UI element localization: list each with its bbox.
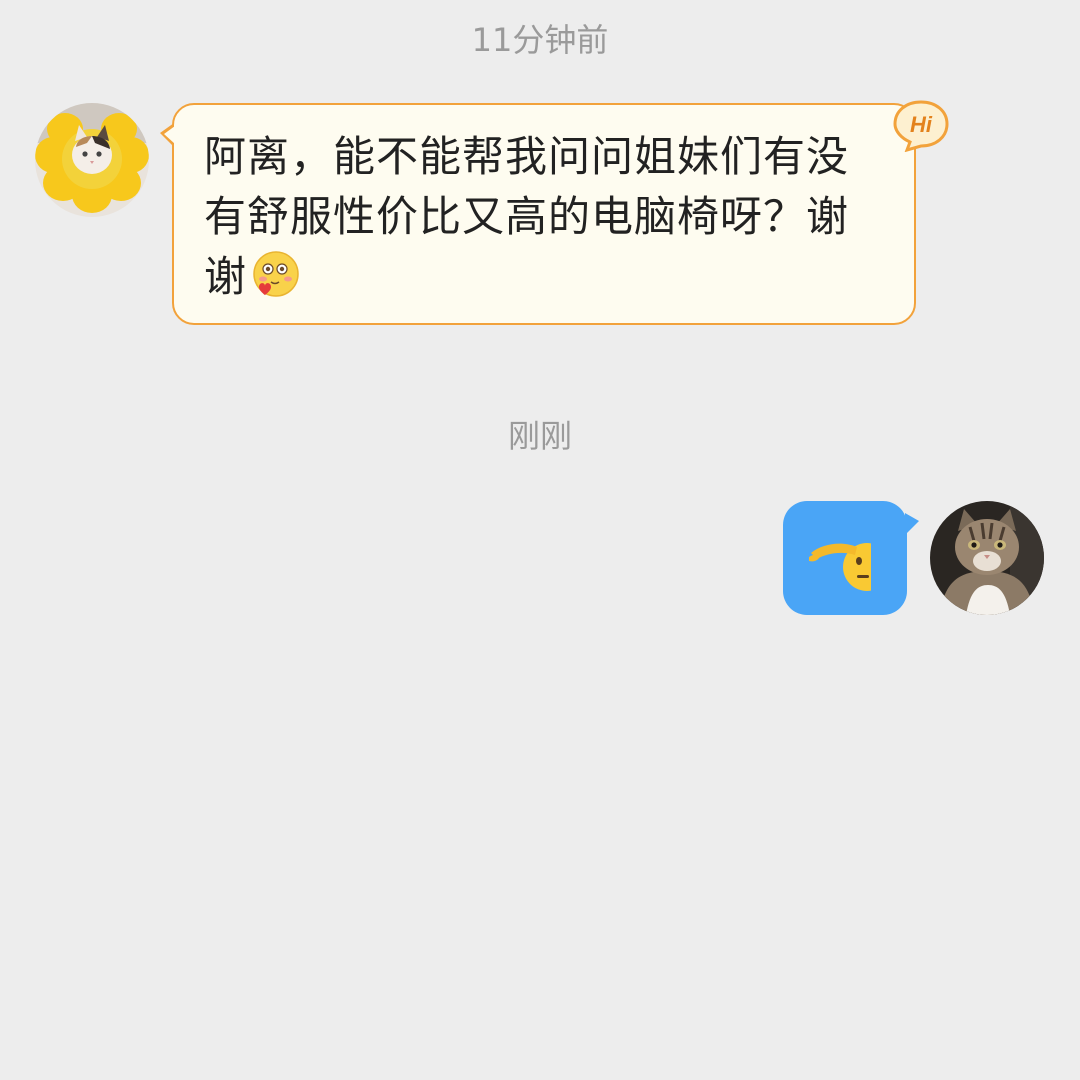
cat-flower-avatar-icon	[35, 103, 149, 217]
bubble-tail	[905, 513, 919, 535]
salute-emoji-icon	[809, 543, 871, 591]
timestamp-11min: 11分钟前	[471, 21, 609, 59]
tabby-cat-avatar-icon	[930, 501, 1044, 615]
timestamp-just-now: 刚刚	[507, 417, 572, 455]
hi-greeting-badge[interactable]: Hi	[893, 100, 949, 153]
hi-bubble-icon: Hi	[893, 100, 949, 153]
incoming-message-bubble[interactable]: 阿离，能不能帮我问问姐妹们有没有舒服性价比又高的电脑椅呀？谢谢	[160, 103, 916, 325]
outgoing-message-bubble[interactable]	[783, 501, 919, 615]
my-avatar[interactable]	[930, 501, 1044, 615]
contact-avatar[interactable]	[35, 103, 149, 217]
hi-badge-label: Hi	[910, 112, 933, 137]
blush-heart-emoji-icon	[251, 249, 301, 299]
